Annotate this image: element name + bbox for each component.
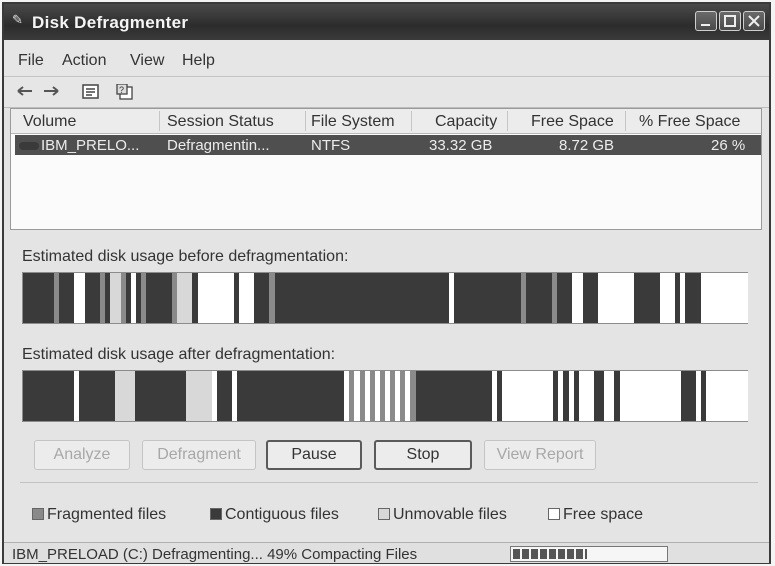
- help-button[interactable]: ?: [114, 81, 136, 103]
- window-title: Disk Defragmenter: [32, 13, 189, 32]
- properties-icon: [82, 84, 99, 99]
- volume-row-selected[interactable]: IBM_PRELO... Defragmentin... NTFS 33.32 …: [15, 135, 761, 155]
- column-file-system[interactable]: File System: [311, 113, 395, 131]
- status-bar: IBM_PRELOAD (C:) Defragmenting... 49% Co…: [4, 542, 769, 563]
- menu-file[interactable]: File: [18, 52, 44, 70]
- defragmenter-app-icon: ✎: [12, 12, 23, 27]
- cell-file-system: NTFS: [311, 137, 351, 154]
- free-swatch: [548, 508, 560, 520]
- column-session-status[interactable]: Session Status: [167, 113, 274, 131]
- menu-action[interactable]: Action: [62, 52, 106, 70]
- column-percent-free[interactable]: % Free Space: [639, 113, 740, 131]
- separator: [20, 482, 758, 483]
- menu-help[interactable]: Help: [182, 52, 215, 70]
- cell-free-space: 8.72 GB: [559, 137, 615, 154]
- hard-drive-icon: [19, 142, 39, 150]
- contiguous-swatch: [210, 508, 222, 520]
- back-button[interactable]: [14, 81, 36, 103]
- volume-list-header: Volume Session Status File System Capaci…: [11, 109, 761, 134]
- volume-list[interactable]: Volume Session Status File System Capaci…: [10, 108, 762, 230]
- legend-fragmented-label: Fragmented files: [47, 506, 167, 523]
- cell-session-status: Defragmentin...: [167, 137, 270, 154]
- column-free-space[interactable]: Free Space: [531, 113, 614, 131]
- legend-free-label: Free space: [563, 506, 644, 523]
- cell-capacity: 33.32 GB: [429, 137, 493, 154]
- column-divider[interactable]: [625, 111, 626, 131]
- legend-unmovable-label: Unmovable files: [393, 506, 507, 523]
- column-divider[interactable]: [411, 111, 412, 131]
- column-capacity[interactable]: Capacity: [435, 113, 497, 131]
- column-divider[interactable]: [507, 111, 508, 131]
- fragmented-swatch: [32, 508, 44, 520]
- defragment-button[interactable]: Defragment: [142, 440, 256, 470]
- disk-defragmenter-window: ✎ Disk Defragmenter File Action View Hel…: [2, 2, 771, 564]
- cell-percent-free: 26 %: [711, 137, 746, 154]
- progress-fill: [513, 549, 587, 559]
- toolbar: ?: [4, 77, 769, 108]
- legend-fragmented: Fragmented files: [32, 506, 166, 524]
- forward-arrow-icon: [44, 86, 59, 96]
- legend-free: Free space: [548, 506, 643, 524]
- view-report-button[interactable]: View Report: [484, 440, 596, 470]
- maximize-icon: [724, 15, 736, 27]
- before-analysis-label: Estimated disk usage before defragmentat…: [22, 248, 349, 265]
- disk-usage-before-bar: [22, 272, 748, 324]
- title-bar[interactable]: ✎ Disk Defragmenter: [4, 4, 769, 40]
- column-divider[interactable]: [159, 111, 160, 131]
- svg-text:?: ?: [119, 85, 124, 95]
- pause-button[interactable]: Pause: [266, 440, 362, 470]
- legend-unmovable: Unmovable files: [378, 506, 507, 524]
- menu-view[interactable]: View: [130, 52, 164, 70]
- properties-button[interactable]: [80, 81, 102, 103]
- legend-contiguous: Contiguous files: [210, 506, 339, 524]
- forward-button[interactable]: [40, 81, 62, 103]
- disk-cluster-segment: [741, 273, 748, 323]
- defrag-progress-bar: [510, 546, 668, 562]
- minimize-button[interactable]: [695, 11, 717, 31]
- back-arrow-icon: [17, 86, 32, 96]
- maximize-button[interactable]: [719, 11, 741, 31]
- analyze-button[interactable]: Analyze: [34, 440, 130, 470]
- close-button[interactable]: [743, 11, 765, 31]
- close-icon: [748, 15, 760, 27]
- unmovable-swatch: [378, 508, 390, 520]
- status-text: IBM_PRELOAD (C:) Defragmenting... 49% Co…: [12, 546, 418, 563]
- stop-button[interactable]: Stop: [374, 440, 472, 470]
- menu-bar: File Action View Help: [4, 40, 769, 77]
- column-divider[interactable]: [305, 111, 306, 131]
- disk-usage-after-bar: [22, 370, 748, 422]
- column-volume[interactable]: Volume: [23, 113, 76, 131]
- legend-contiguous-label: Contiguous files: [225, 506, 339, 523]
- disk-cluster-segment: [741, 371, 748, 421]
- minimize-icon: [701, 24, 710, 26]
- cell-volume: IBM_PRELO...: [41, 137, 140, 154]
- after-analysis-label: Estimated disk usage after defragmentati…: [22, 346, 336, 363]
- help-icon: ?: [116, 84, 133, 100]
